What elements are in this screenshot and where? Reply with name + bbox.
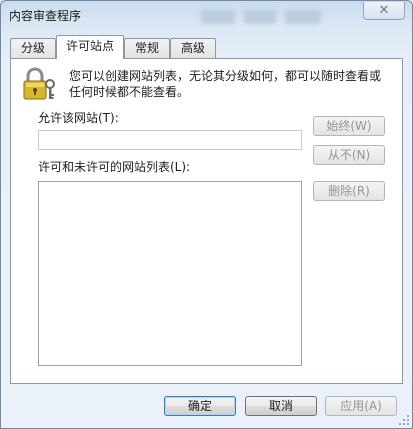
apply-button[interactable]: 应用(A) (325, 396, 397, 416)
tab-label: 高级 (180, 41, 205, 55)
never-button[interactable]: 从不(N) (313, 145, 385, 165)
blurred-taskbar-item (201, 10, 235, 24)
always-button[interactable]: 始终(W) (313, 116, 385, 136)
blurred-taskbar-item (244, 10, 276, 24)
allow-site-label: 允许该网站(T): (38, 111, 119, 125)
tab-approved-sites[interactable]: 许可站点 (56, 35, 124, 59)
intro-text: 您可以创建网站列表，无论其分级如何，都可以随时查看或任何时候都不能查看。 (69, 69, 382, 99)
tab-label: 分级 (20, 41, 45, 55)
title-bar[interactable]: 内容审查程序 ✕ (1, 1, 412, 31)
tab-ratings[interactable]: 分级 (10, 38, 56, 58)
tab-label: 许可站点 (65, 39, 114, 53)
site-listbox[interactable] (38, 181, 302, 366)
close-icon: ✕ (378, 3, 390, 18)
lock-key-icon (20, 66, 60, 102)
remove-button[interactable]: 删除(R) (313, 181, 385, 201)
tab-advanced[interactable]: 高级 (170, 38, 216, 58)
site-list-label: 许可和未许可的网站列表(L): (38, 160, 191, 174)
cancel-button[interactable]: 取消 (245, 396, 317, 416)
blurred-taskbar-item (285, 10, 321, 24)
allow-site-input[interactable] (38, 130, 302, 150)
ok-button[interactable]: 确定 (164, 396, 236, 416)
tab-label: 常规 (134, 41, 159, 55)
content-advisor-dialog: 内容审查程序 ✕ 分级 许可站点 常规 高级 您可以创建网站列表，无论其分级如何… (0, 0, 413, 429)
resize-grip-icon[interactable] (399, 415, 409, 425)
tab-general[interactable]: 常规 (124, 38, 170, 58)
window-title: 内容审查程序 (9, 9, 82, 23)
close-button[interactable]: ✕ (363, 2, 405, 20)
